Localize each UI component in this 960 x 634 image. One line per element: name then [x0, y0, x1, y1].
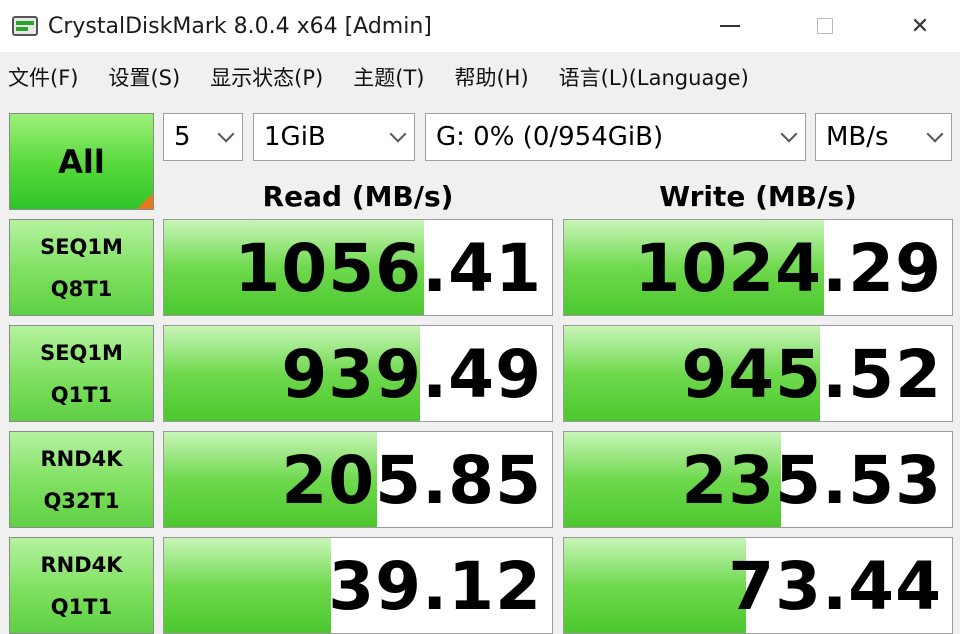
test-label-line2: Q1T1: [50, 382, 113, 407]
write-value: 1024.29: [634, 230, 942, 307]
read-column-header: Read (MB/s): [262, 179, 454, 213]
menu-settings[interactable]: 设置(S): [108, 62, 180, 92]
read-result: 1056.41: [163, 219, 553, 316]
test-size-value: 1GiB: [264, 122, 326, 152]
chevron-down-icon: [926, 125, 944, 143]
test-button-seq1m-q1t1[interactable]: SEQ1M Q1T1: [9, 325, 154, 422]
unit-value: MB/s: [826, 122, 889, 152]
test-button-rnd4k-q1t1[interactable]: RND4K Q1T1: [9, 537, 154, 634]
test-label-line1: SEQ1M: [40, 340, 123, 365]
read-result: 939.49: [163, 325, 553, 422]
maximize-icon: [817, 18, 833, 34]
menu-language[interactable]: 语言(L)(Language): [559, 62, 749, 92]
all-button-label: All: [58, 142, 105, 181]
test-row-seq1m-q1t1: SEQ1M Q1T1 939.49 945.52: [0, 325, 960, 422]
write-column-header: Write (MB/s): [659, 179, 857, 213]
test-label-line2: Q8T1: [50, 276, 113, 301]
all-tests-button[interactable]: All: [9, 113, 154, 210]
read-value: 39.12: [328, 548, 542, 625]
test-label-line1: SEQ1M: [40, 234, 123, 259]
read-result: 205.85: [163, 431, 553, 528]
test-label-line1: RND4K: [40, 446, 123, 471]
read-value: 1056.41: [234, 230, 542, 307]
minimize-button[interactable]: [700, 0, 760, 52]
write-result: 235.53: [563, 431, 953, 528]
menu-bar: 文件(F) 设置(S) 显示状态(P) 主题(T) 帮助(H) 语言(L)(La…: [0, 54, 960, 100]
test-row-rnd4k-q1t1: RND4K Q1T1 39.12 73.44: [0, 537, 960, 634]
menu-file[interactable]: 文件(F): [8, 62, 78, 92]
write-result: 1024.29: [563, 219, 953, 316]
test-row-seq1m-q8t1: SEQ1M Q8T1 1056.41 1024.29: [0, 219, 960, 316]
test-button-seq1m-q8t1[interactable]: SEQ1M Q8T1: [9, 219, 154, 316]
menu-profile[interactable]: 显示状态(P): [210, 62, 323, 92]
test-size-select[interactable]: 1GiB: [253, 113, 415, 161]
drive-select[interactable]: G: 0% (0/954GiB): [425, 113, 806, 161]
test-button-rnd4k-q32t1[interactable]: RND4K Q32T1: [9, 431, 154, 528]
unit-select[interactable]: MB/s: [815, 113, 952, 161]
maximize-button[interactable]: [795, 0, 855, 52]
write-value: 945.52: [681, 336, 942, 413]
read-value: 205.85: [281, 442, 542, 519]
test-label-line2: Q32T1: [43, 488, 120, 513]
write-bar-fill: [564, 538, 747, 633]
write-value: 73.44: [728, 548, 942, 625]
menu-help[interactable]: 帮助(H): [454, 62, 528, 92]
minimize-icon: [720, 25, 740, 27]
title-bar: CrystalDiskMark 8.0.4 x64 [Admin] ✕: [0, 0, 960, 52]
write-value: 235.53: [681, 442, 942, 519]
disk-benchmark-icon: [12, 13, 40, 39]
test-count-select[interactable]: 5: [163, 113, 243, 161]
chevron-down-icon: [217, 125, 235, 143]
close-button[interactable]: ✕: [890, 0, 950, 52]
test-label-line2: Q1T1: [50, 594, 113, 619]
test-count-value: 5: [174, 122, 191, 152]
read-bar-fill: [164, 538, 331, 633]
drive-value: G: 0% (0/954GiB): [436, 122, 664, 152]
corner-marker: [137, 193, 153, 209]
write-result: 73.44: [563, 537, 953, 634]
chevron-down-icon: [780, 125, 798, 143]
test-label-line1: RND4K: [40, 552, 123, 577]
write-result: 945.52: [563, 325, 953, 422]
close-icon: ✕: [910, 13, 930, 39]
menu-theme[interactable]: 主题(T): [353, 62, 424, 92]
read-value: 939.49: [281, 336, 542, 413]
read-result: 39.12: [163, 537, 553, 634]
chevron-down-icon: [389, 125, 407, 143]
window-title: CrystalDiskMark 8.0.4 x64 [Admin]: [48, 13, 432, 39]
test-row-rnd4k-q32t1: RND4K Q32T1 205.85 235.53: [0, 431, 960, 528]
